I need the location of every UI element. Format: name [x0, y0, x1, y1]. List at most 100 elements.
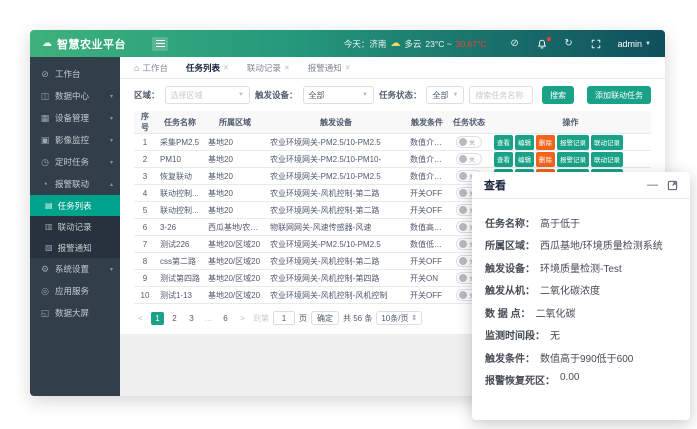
cell-region: 基地20	[204, 151, 266, 168]
top-bar: ☁ 智慧农业平台 今天：济南 ☁ 多云 23°C ~ 30.67°C ⊘	[30, 30, 665, 57]
region-placeholder: 选择区域	[171, 90, 203, 101]
sidebar-item-data-center[interactable]: ◫数据中心▾	[30, 85, 120, 107]
help-icon[interactable]: ⊘	[509, 38, 521, 50]
cell-trigger-device: 农业环境网关-风机控制-第二路	[266, 253, 406, 270]
linkage-record-button[interactable]: 联动记录	[591, 135, 623, 150]
weather-temp: 23°C ~	[425, 39, 451, 49]
close-icon[interactable]: ✕	[223, 64, 229, 72]
home-icon: ⌂	[134, 63, 139, 73]
cell-region: 西瓜基地/农业环...	[204, 219, 266, 236]
page-size-select[interactable]: 10条/页 ⇕	[376, 311, 422, 325]
goto-confirm-button[interactable]: 确定	[311, 311, 339, 325]
delete-button[interactable]: 删除	[536, 135, 555, 150]
status-toggle[interactable]: 关	[456, 153, 482, 165]
close-icon[interactable]: ✕	[284, 64, 290, 72]
view-button[interactable]: 查看	[494, 152, 513, 167]
edit-button[interactable]: 编辑	[515, 152, 534, 167]
cell-task-name: 采集PM2.5	[156, 134, 204, 151]
notification-badge	[547, 37, 551, 41]
sidebar-item-data-screen[interactable]: ◱数据大屏	[30, 302, 120, 324]
cell-trigger-condition: 数值介于...	[406, 151, 448, 168]
tab-linkage-records[interactable]: 联动记录✕	[247, 62, 290, 74]
status-toggle[interactable]: 关	[456, 136, 482, 148]
sidebar-item-scheduled-tasks[interactable]: ◷定时任务▾	[30, 151, 120, 173]
alarm-record-button[interactable]: 报警记录	[557, 152, 589, 167]
sidebar-item-video-monitor[interactable]: ▣影像监控▾	[30, 129, 120, 151]
modal-field: 触发从机：二氧化碳浓度	[485, 282, 677, 297]
menu-collapse-button[interactable]	[152, 37, 168, 51]
tab-bar: ⌂工作台任务列表✕联动记录✕报警通知✕	[120, 57, 665, 79]
task-name-search-input[interactable]: 搜索任务名称	[469, 86, 533, 104]
page-button-1[interactable]: 1	[151, 312, 164, 325]
goto-page-input[interactable]: 1	[273, 311, 295, 325]
expand-icon[interactable]	[667, 180, 678, 191]
notification-bell-icon[interactable]	[536, 38, 548, 50]
sidebar-item-label: 应用服务	[55, 285, 89, 297]
delete-button[interactable]: 删除	[536, 152, 555, 167]
operation-buttons: 查看编辑删除报警记录联动记录	[494, 152, 647, 167]
toggle-knob-icon	[459, 223, 467, 231]
next-page-button[interactable]: >	[236, 312, 249, 325]
sidebar-item-label: 系统设置	[55, 263, 89, 275]
sidebar-subitem-linkage-records[interactable]: ▥联动记录	[30, 216, 120, 237]
tab-task-list[interactable]: 任务列表✕	[186, 62, 229, 74]
total-count-label: 共 56 条	[343, 313, 372, 324]
status-selected-value: 全部	[432, 90, 448, 101]
page-button-3[interactable]: 3	[185, 312, 198, 325]
cell-trigger-condition: 开关OFF	[406, 185, 448, 202]
sidebar-subitem-label: 任务列表	[58, 200, 92, 212]
sidebar-item-system-settings[interactable]: ⚙系统设置▾	[30, 258, 120, 280]
search-button[interactable]: 搜索	[542, 86, 574, 104]
refresh-icon[interactable]: ↻	[563, 38, 575, 50]
sidebar: ⊘工作台◫数据中心▾▦设备管理▾▣影像监控▾◷定时任务▾◔报警联动▴▤任务列表▥…	[30, 57, 120, 396]
modal-field: 任务名称：高于低于	[485, 215, 677, 230]
close-icon[interactable]: ✕	[345, 64, 351, 72]
sidebar-subitem-alarm-notifications[interactable]: ▧报警通知	[30, 237, 120, 258]
table-row: 1采集PM2.5基地20农业环境网关-PM2.5/10-PM2.5数值介于...…	[134, 134, 651, 151]
minimize-icon[interactable]: —	[647, 180, 658, 191]
page-button-2[interactable]: 2	[168, 312, 181, 325]
tab-workbench[interactable]: ⌂工作台	[134, 62, 168, 74]
submenu-alarm-linkage: ▤任务列表▥联动记录▧报警通知	[30, 195, 120, 258]
modal-field: 所属区域：西瓜基地/环境质量检测系统	[485, 237, 677, 252]
sidebar-item-device-management[interactable]: ▦设备管理▾	[30, 107, 120, 129]
chevron-down-icon: ▼	[362, 92, 368, 98]
task-status-select[interactable]: 全部 ▼	[426, 86, 464, 104]
alarm-record-button[interactable]: 报警记录	[557, 135, 589, 150]
prev-page-button[interactable]: <	[134, 312, 147, 325]
sidebar-item-alarm-linkage[interactable]: ◔报警联动▴	[30, 173, 120, 195]
cell-trigger-condition: 开关ON	[406, 270, 448, 287]
region-select[interactable]: 选择区域 ▼	[165, 86, 250, 104]
weather-temp-high: 30.67°C	[456, 39, 487, 49]
fullscreen-icon[interactable]	[590, 38, 602, 50]
cell-region: 基地20	[204, 202, 266, 219]
modal-field: 报警恢复死区：0.00	[485, 372, 677, 387]
cell-index: 3	[134, 168, 156, 185]
cell-trigger-device: 农业环境网关-PM2.5/10-PM2.5	[266, 134, 406, 151]
cell-task-name: 测试第四路	[156, 270, 204, 287]
tab-alarm-notice[interactable]: 报警通知✕	[308, 62, 351, 74]
cell-trigger-device: 物联网网关-风速传感器-风速	[266, 219, 406, 236]
cell-task-name: PM10	[156, 151, 204, 168]
cloud-logo-icon: ☁	[42, 38, 52, 49]
cell-trigger-device: 农业环境网关-PM2.5/10-PM10-	[266, 151, 406, 168]
field-label: 触发从机：	[485, 282, 535, 297]
trigger-device-select[interactable]: 全部 ▼	[303, 86, 374, 104]
field-value: 二氧化碳	[536, 305, 576, 320]
modal-header: 查看 —	[472, 172, 690, 199]
add-linkage-task-button[interactable]: 添加联动任务	[587, 86, 651, 104]
sidebar-item-workbench[interactable]: ⊘工作台	[30, 63, 120, 85]
sidebar-subitem-task-list[interactable]: ▤任务列表	[30, 195, 120, 216]
edit-button[interactable]: 编辑	[515, 135, 534, 150]
view-button[interactable]: 查看	[494, 135, 513, 150]
page-button-6[interactable]: 6	[219, 312, 232, 325]
chevron-icon: ▴	[110, 181, 113, 188]
linkage-record-button[interactable]: 联动记录	[591, 152, 623, 167]
user-menu[interactable]: admin ▼	[618, 39, 651, 49]
field-label: 报警恢复死区：	[485, 372, 555, 387]
cell-trigger-condition: 开关OFF	[406, 287, 448, 304]
tab-label: 联动记录	[247, 62, 281, 74]
sidebar-item-app-service[interactable]: ◎应用服务	[30, 280, 120, 302]
sidebar-item-label: 工作台	[55, 68, 81, 80]
column-header: 触发设备	[266, 111, 406, 134]
